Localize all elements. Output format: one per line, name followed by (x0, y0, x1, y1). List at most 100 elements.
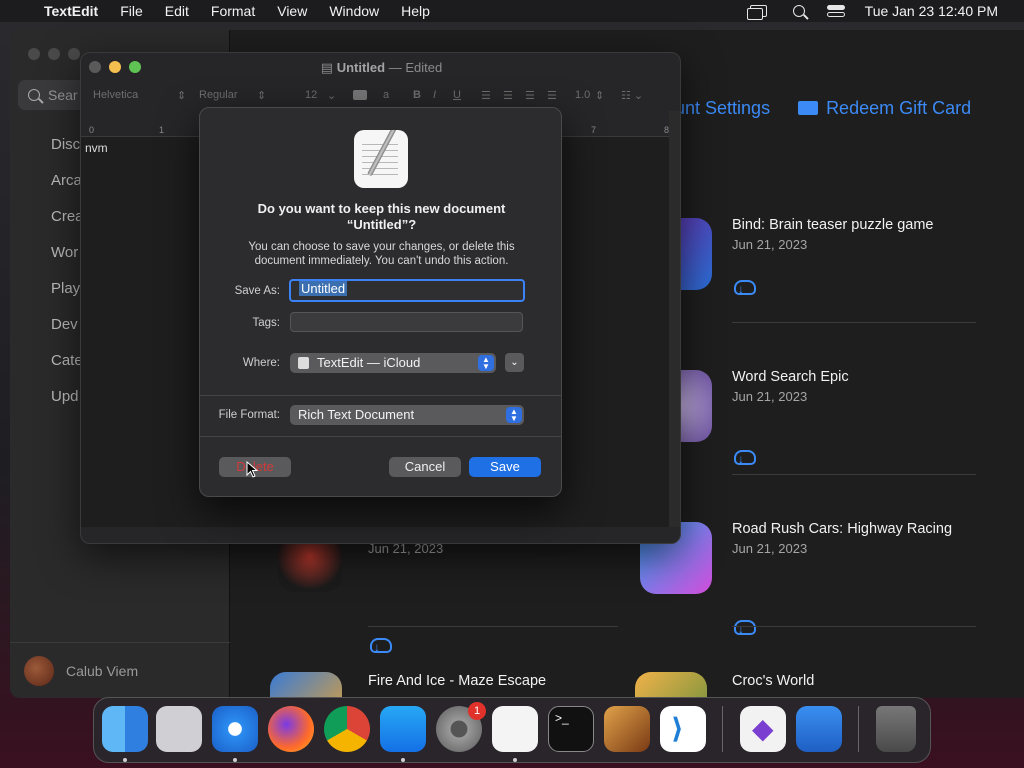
control-center-icon[interactable] (819, 4, 853, 18)
download-cloud-icon[interactable] (732, 448, 756, 466)
redeem-gift-card-link[interactable]: Redeem Gift Card (798, 98, 971, 119)
dock-launchpad-icon[interactable] (156, 706, 202, 752)
align-left-icon[interactable]: ☰ (481, 89, 491, 102)
account-button[interactable]: Calub Viem (10, 642, 230, 698)
list-style-icon[interactable]: ☷ ⌄ (621, 89, 643, 102)
menu-help[interactable]: Help (390, 3, 441, 19)
app-date-road-rush: Jun 21, 2023 (732, 541, 808, 556)
bold-button[interactable]: B (413, 89, 421, 101)
textedit-title-bar: ▤ Untitled — Edited (81, 53, 680, 81)
sidebar-item-categories[interactable]: Cate (51, 352, 83, 369)
font-family-popup[interactable]: Helvetica (93, 89, 138, 101)
spotlight-search-icon[interactable] (785, 5, 813, 17)
dock-textedit-icon[interactable] (492, 706, 538, 752)
expand-save-panel-button[interactable]: ⌄ (505, 353, 524, 372)
dock-vscode-icon[interactable]: ⟩ (660, 706, 706, 752)
window-title: ▤ Untitled — Edited (81, 60, 680, 76)
sidebar-item-play[interactable]: Play (51, 280, 80, 297)
download-cloud-icon[interactable] (368, 636, 392, 654)
dock-garageband-icon[interactable] (604, 706, 650, 752)
line-spacing-popup[interactable]: 1.0 (575, 89, 590, 101)
save-button[interactable]: Save (469, 457, 541, 477)
chevron-down-icon: ⌄ (327, 89, 337, 102)
sidebar-item-updates[interactable]: Upd (51, 388, 79, 405)
align-right-icon[interactable]: ☰ (525, 89, 535, 102)
chevron-updown-icon: ⇕ (177, 89, 187, 102)
document-title: Untitled (336, 60, 386, 75)
menu-format[interactable]: Format (200, 3, 266, 19)
sidebar-item-discover[interactable]: Disc (51, 136, 80, 153)
menu-window[interactable]: Window (318, 3, 390, 19)
app-store-top-links: unt Settings Redeem Gift Card (675, 98, 971, 119)
font-style-popup[interactable]: Regular (199, 89, 238, 101)
menu-view[interactable]: View (266, 3, 318, 19)
dock-firefox-icon[interactable] (268, 706, 314, 752)
dock-finder-icon[interactable] (102, 706, 148, 752)
ruler-mark: 0 (89, 125, 95, 135)
document-icon: ▤ (320, 60, 334, 75)
divider (732, 474, 976, 475)
align-center-icon[interactable]: ☰ (503, 89, 513, 102)
app-icon-fire-and-ice[interactable] (270, 672, 342, 698)
app-title-bind[interactable]: Bind: Brain teaser puzzle game (732, 217, 934, 233)
dock-chrome-icon[interactable] (324, 706, 370, 752)
tags-input[interactable] (290, 312, 523, 332)
app-title-fire-and-ice[interactable]: Fire And Ice - Maze Escape (368, 673, 546, 689)
text-color-well[interactable] (353, 90, 367, 100)
save-as-input[interactable]: Untitled (289, 279, 525, 302)
app-title-crocs-world[interactable]: Croc's World (732, 673, 814, 689)
dock-divider (722, 706, 723, 752)
divider (732, 626, 976, 627)
sidebar-item-create[interactable]: Crea (51, 208, 84, 225)
menu-bar: TextEdit File Edit Format View Window He… (0, 0, 1024, 22)
close-window-button[interactable] (28, 48, 40, 60)
where-popup[interactable]: TextEdit — iCloud ▲ ▼ (290, 353, 496, 373)
where-value: TextEdit — iCloud (317, 355, 421, 370)
app-title-road-rush[interactable]: Road Rush Cars: Highway Racing (732, 521, 952, 537)
file-format-popup[interactable]: Rich Text Document ▲ ▼ (290, 405, 524, 425)
mouse-cursor-icon (246, 461, 258, 478)
app-date-bind: Jun 21, 2023 (732, 237, 808, 252)
dock: 1 >_ ⟩ ◆ (93, 697, 931, 763)
app-icon-crocs-world[interactable] (635, 672, 707, 698)
app-title-word-search[interactable]: Word Search Epic (732, 369, 849, 385)
dock-weather-icon[interactable] (796, 706, 842, 752)
align-justify-icon[interactable]: ☰ (547, 89, 557, 102)
divider (732, 322, 976, 323)
running-indicator (513, 758, 517, 762)
running-indicator (123, 758, 127, 762)
menu-clock[interactable]: Tue Jan 23 12:40 PM (857, 3, 1006, 19)
dock-app-store-icon[interactable] (380, 706, 426, 752)
italic-button[interactable]: I (433, 89, 436, 101)
download-cloud-icon[interactable] (732, 618, 756, 636)
ruler-mark: 7 (591, 125, 597, 135)
where-label: Where: (242, 357, 280, 369)
divider (368, 626, 618, 627)
dock-trash-icon[interactable] (876, 706, 916, 752)
chevron-updown-icon: ▲ ▼ (506, 407, 522, 423)
screen-mirroring-icon[interactable] (742, 5, 775, 20)
document-edited-status: — Edited (388, 60, 443, 75)
dock-visual-studio-icon[interactable]: ◆ (740, 706, 786, 752)
underline-button[interactable]: U (453, 89, 461, 101)
highlight-icon[interactable]: a (383, 89, 389, 101)
notification-badge: 1 (468, 702, 486, 720)
menu-edit[interactable]: Edit (154, 3, 200, 19)
sidebar-item-work[interactable]: Wor (51, 244, 78, 261)
dock-terminal-icon[interactable]: >_ (548, 706, 594, 752)
font-size-field[interactable]: 12 (305, 89, 317, 101)
vertical-scrollbar[interactable] (669, 111, 680, 527)
dialog-heading: Do you want to keep this new document “U… (220, 201, 543, 233)
minimize-window-button[interactable] (48, 48, 60, 60)
sidebar-item-arcade[interactable]: Arca (51, 172, 82, 189)
sidebar-item-develop[interactable]: Dev (51, 316, 78, 333)
file-format-value: Rich Text Document (298, 407, 415, 422)
cancel-button[interactable]: Cancel (389, 457, 461, 477)
menu-file[interactable]: File (109, 3, 154, 19)
search-icon (28, 89, 40, 101)
account-settings-link[interactable]: unt Settings (675, 98, 770, 119)
dock-safari-icon[interactable] (212, 706, 258, 752)
download-cloud-icon[interactable] (732, 278, 756, 296)
menu-app-name[interactable]: TextEdit (38, 3, 109, 19)
zoom-window-button[interactable] (68, 48, 80, 60)
